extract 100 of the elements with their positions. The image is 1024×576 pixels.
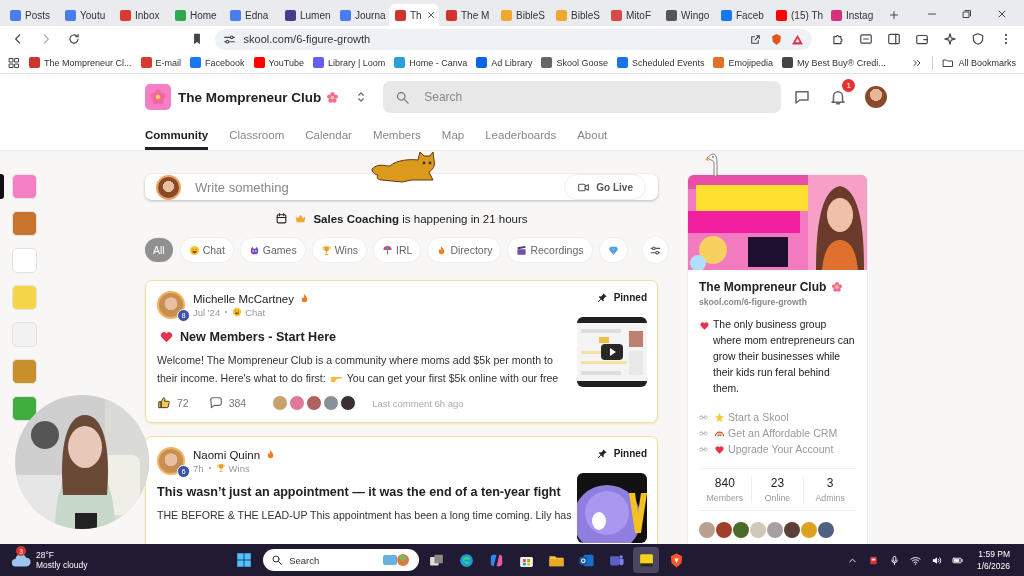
share-icon[interactable] (749, 32, 762, 46)
bookmark[interactable]: Scheduled Events (616, 57, 705, 68)
post-time: Jul '24 (193, 306, 221, 318)
reload-icon[interactable] (67, 32, 81, 46)
nav-tab[interactable]: Members (372, 120, 421, 150)
screenshot-icon[interactable] (859, 32, 873, 46)
filter-chip[interactable]: Wins (312, 238, 367, 262)
browser-tab[interactable]: Faceb (715, 4, 769, 26)
member-avatar[interactable] (818, 522, 834, 538)
triangle-logo-icon[interactable] (791, 32, 804, 46)
browser-tab[interactable]: MitoF (605, 4, 659, 26)
chat-icon[interactable] (793, 88, 812, 106)
site-settings-icon[interactable] (222, 32, 236, 46)
filter-chip[interactable]: Recordings (508, 238, 592, 262)
group-name[interactable]: The Mompreneur Club (178, 89, 322, 105)
bookmark[interactable]: Home - Canva (394, 57, 468, 68)
browser-tab[interactable]: Home (169, 4, 223, 26)
bookmark[interactable]: Library | Loom (312, 57, 386, 68)
sparkle-icon[interactable] (943, 32, 957, 46)
browser-tab[interactable]: Inbox (114, 4, 168, 26)
last-comment-time: Last comment 6h ago (372, 397, 464, 409)
group-url[interactable]: skool.com/6-figure-growth (699, 297, 856, 307)
restore-icon[interactable] (961, 8, 973, 20)
tray-app-icon[interactable] (867, 554, 879, 566)
close-icon[interactable] (425, 10, 436, 20)
member-avatar[interactable] (716, 522, 732, 538)
search-icon (395, 89, 411, 105)
browser-tab[interactable]: Edna (224, 4, 278, 26)
author-name[interactable]: Naomi Quinn (193, 448, 261, 461)
bookmark[interactable]: My Best Buy® Credi... (782, 57, 886, 68)
user-avatar[interactable] (865, 86, 888, 108)
group-avatar[interactable] (12, 359, 37, 384)
browser-tab[interactable]: BibleS (495, 4, 549, 26)
like-icon[interactable] (157, 396, 171, 410)
volume-icon[interactable] (930, 554, 942, 566)
post-excerpt: You can get your first $5k online with our free (346, 371, 559, 386)
browser-tab[interactable]: The M (440, 4, 494, 26)
nav-tab[interactable]: Classroom (229, 120, 285, 150)
start-icon[interactable] (235, 551, 254, 569)
flower-icon (831, 281, 844, 293)
nav-tab[interactable]: Calendar (305, 120, 352, 150)
search-icon (271, 554, 284, 566)
browser-tab[interactable]: Instag (825, 4, 879, 26)
event-notice: Sales Coaching is happening in 21 hours (313, 212, 528, 225)
wallet-icon[interactable] (915, 32, 929, 46)
extensions-icon[interactable] (831, 32, 845, 46)
taskbar-search-field[interactable]: Search (263, 549, 420, 571)
group-name[interactable]: The Mompreneur Club (699, 280, 827, 294)
bookmark[interactable]: YouTube (253, 57, 304, 68)
bookmark[interactable]: E-mail (140, 57, 182, 68)
clock-date[interactable]: 1/6/2026 (976, 560, 1010, 572)
filter-chip[interactable]: Chat (180, 238, 233, 262)
group-avatar[interactable] (12, 396, 37, 421)
sidebar-icon[interactable] (887, 32, 901, 46)
bookmark[interactable]: Ad Library (476, 57, 533, 68)
filter-chip[interactable] (599, 238, 627, 262)
member-avatar[interactable] (784, 522, 800, 538)
post-title[interactable]: This wasn’t just an appointment — it was the end of a ten-year fight (157, 485, 561, 499)
author-name[interactable]: Michelle McCartney (193, 292, 294, 305)
nav-tab[interactable]: Community (145, 120, 209, 150)
browser-tab[interactable]: BibleS (550, 4, 604, 26)
browser-tab[interactable]: Th (389, 4, 439, 26)
microphone-icon[interactable] (888, 554, 900, 566)
post-input[interactable]: Write something (193, 178, 565, 196)
bookmark[interactable]: Facebook (190, 57, 245, 68)
browser-tab[interactable]: (15) Th (770, 4, 824, 26)
post-title[interactable]: New Members - Start Here (180, 329, 337, 344)
filter-chip[interactable]: Games (240, 238, 305, 262)
browser-tab[interactable]: Posts (4, 4, 58, 26)
filter-chip[interactable]: Directory (428, 238, 501, 262)
apps-icon[interactable] (8, 56, 20, 69)
nav-tab[interactable]: About (577, 120, 608, 150)
member-avatar[interactable] (733, 522, 749, 538)
notes-app-icon (637, 551, 655, 569)
browser-icon (457, 551, 475, 569)
post-card[interactable] (145, 280, 658, 423)
new-tab-icon[interactable] (888, 9, 900, 21)
bookmark[interactable]: Skool Goose (541, 57, 608, 68)
browser-tab[interactable]: Wingo (660, 4, 714, 26)
nav-tab[interactable]: Map (441, 120, 465, 150)
browser-tab[interactable]: Youtu (59, 4, 113, 26)
wifi-icon[interactable] (909, 554, 921, 566)
bookmark[interactable]: Emojipedia (713, 57, 773, 68)
notifications-icon[interactable] (829, 88, 848, 106)
nav-tab[interactable]: Leaderboards (485, 120, 557, 150)
browser-tab[interactable]: Lumen (279, 4, 333, 26)
address-bar[interactable]: skool.com/6-figure-growth (214, 28, 812, 50)
taskbar-app[interactable] (633, 547, 660, 573)
group-avatar[interactable] (12, 211, 37, 236)
comment-icon[interactable] (208, 396, 223, 410)
filter-settings-button[interactable] (642, 237, 668, 263)
clock-time[interactable]: 1:59 PM (976, 548, 1010, 560)
shield-icon[interactable] (971, 32, 985, 46)
close-icon[interactable] (996, 8, 1008, 20)
composer-card[interactable]: Write something Go Live (145, 174, 658, 200)
filter-chip[interactable]: IRL (374, 238, 421, 262)
browser-tab[interactable]: Journa (334, 4, 388, 26)
go-live-button[interactable]: Go Live (564, 174, 646, 200)
all-bookmarks-button[interactable]: All Bookmarks (942, 56, 1016, 69)
bookmark[interactable]: The Mompreneur Cl... (29, 57, 132, 68)
